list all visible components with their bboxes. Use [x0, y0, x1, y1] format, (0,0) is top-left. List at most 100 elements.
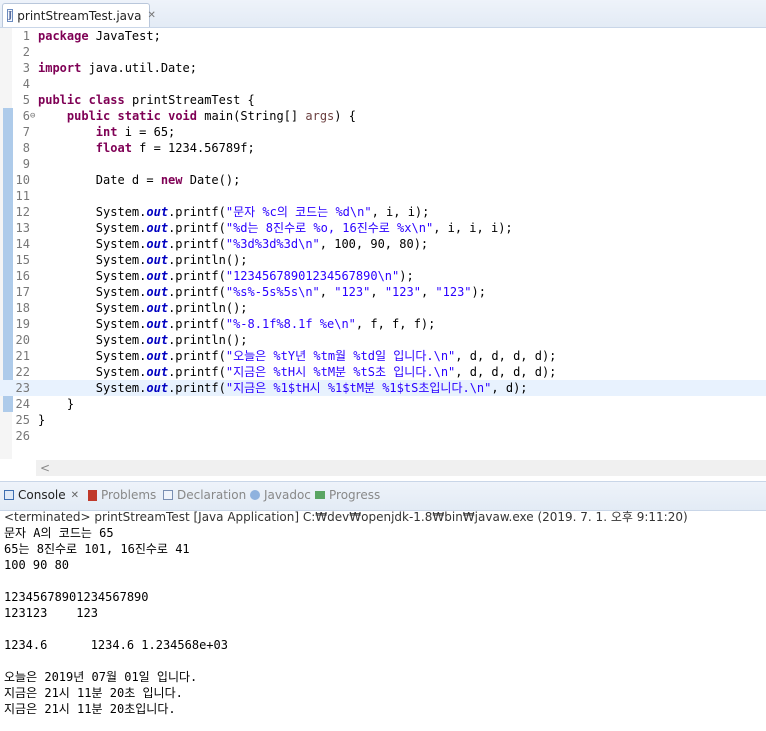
javadoc-icon: [250, 490, 260, 500]
code-text: Date d = new Date();: [38, 172, 241, 188]
fold-toggle-icon[interactable]: ⊖: [30, 108, 35, 124]
code-token: printStreamTest {: [124, 93, 255, 107]
close-icon[interactable]: ✕: [147, 10, 155, 21]
console-output-line: 65는 8진수로 101, 16진수로 41: [4, 542, 190, 556]
code-line[interactable]: 1 package JavaTest;: [0, 28, 766, 44]
console-tab-label: Problems: [101, 488, 157, 502]
line-number: 5: [22, 93, 30, 107]
code-line[interactable]: 24 }: [0, 396, 766, 412]
horizontal-scrollbar[interactable]: <: [36, 460, 766, 476]
line-number: 22: [15, 365, 30, 379]
console-tab-javadoc[interactable]: Javadoc: [250, 488, 311, 502]
code-line[interactable]: 20 System.out.println();: [0, 332, 766, 348]
code-token: out: [146, 381, 169, 395]
code-line[interactable]: 19 System.out.printf("%-8.1f%8.1f %e\n",…: [0, 316, 766, 332]
code-line[interactable]: 10 Date d = new Date();: [0, 172, 766, 188]
code-text: System.out.printf("지금은 %1$tH시 %1$tM분 %1$…: [38, 380, 528, 396]
code-line[interactable]: 14 System.out.printf("%3d%3d%3d\n", 100,…: [0, 236, 766, 252]
code-text: System.out.println();: [38, 300, 248, 316]
console-output[interactable]: 문자 A의 코드는 65 65는 8진수로 101, 16진수로 41 100 90…: [4, 525, 228, 717]
code-token: .printf(: [168, 221, 226, 235]
code-text: int i = 65;: [38, 124, 175, 140]
code-token: .printf(: [168, 365, 226, 379]
declaration-icon: [163, 490, 173, 500]
code-line[interactable]: 11: [0, 188, 766, 204]
code-line[interactable]: 17 System.out.printf("%s%-5s%5s\n", "123…: [0, 284, 766, 300]
code-token: public: [38, 93, 82, 107]
code-token: System.: [38, 349, 147, 363]
code-token: System.: [38, 253, 147, 267]
editor-tab-label: printStreamTest.java: [17, 8, 142, 23]
code-line[interactable]: 4: [0, 76, 766, 92]
code-token: System.: [38, 205, 147, 219]
code-line[interactable]: 25}: [0, 412, 766, 428]
line-number: 6: [22, 109, 30, 123]
code-line[interactable]: 26: [0, 428, 766, 444]
code-line[interactable]: 12 System.out.printf("문자 %c의 코드는 %d\n", …: [0, 204, 766, 220]
code-token: .println();: [168, 301, 248, 315]
code-token: .printf(: [168, 285, 226, 299]
console-output-line: 문자 A의 코드는 65: [4, 526, 114, 540]
code-text: public static void main(String[] args) {: [38, 108, 356, 124]
code-token: , d, d, d, d);: [455, 365, 557, 379]
code-token: System.: [38, 269, 147, 283]
code-token: "%3d%3d%3d\n": [225, 237, 320, 251]
code-line[interactable]: 3 import java.util.Date;: [0, 60, 766, 76]
close-icon[interactable]: ✕: [71, 490, 79, 501]
code-line[interactable]: 9: [0, 156, 766, 172]
line-number: 19: [15, 317, 30, 331]
line-number: 7: [22, 125, 30, 139]
code-token: "123": [384, 285, 421, 299]
code-token: f = 1234.56789f;: [131, 141, 255, 155]
code-line[interactable]: 8 float f = 1234.56789f;: [0, 140, 766, 156]
code-token: }: [38, 413, 46, 427]
code-text: System.out.printf("오늘은 %tY년 %tm월 %td일 입니…: [38, 348, 557, 364]
code-token: System.: [38, 365, 147, 379]
line-number: 25: [15, 413, 30, 427]
line-number: 17: [15, 285, 30, 299]
code-token: "문자 %c의 코드는 %d\n": [225, 205, 372, 219]
code-token: out: [146, 221, 169, 235]
code-token: "%-8.1f%8.1f %e\n": [225, 317, 356, 331]
code-text: System.out.printf("%-8.1f%8.1f %e\n", f,…: [38, 316, 436, 332]
scroll-left-arrow-icon[interactable]: <: [40, 461, 50, 475]
code-line[interactable]: 23 System.out.printf("지금은 %1$tH시 %1$tM분 …: [0, 380, 766, 396]
line-number: 4: [22, 77, 30, 91]
code-token: "123": [334, 285, 371, 299]
code-text: System.out.printf("12345678901234567890\…: [38, 268, 414, 284]
console-tab-bar: Console ✕ Problems Declaration Javadoc Progre…: [0, 481, 766, 511]
code-token: "오늘은 %tY년 %tm월 %td일 입니다.\n": [225, 349, 456, 363]
code-token: System.: [38, 317, 147, 331]
code-token: int: [95, 125, 118, 139]
code-line[interactable]: 13 System.out.printf("%d는 8진수로 %o, 16진수로…: [0, 220, 766, 236]
code-token: out: [146, 317, 169, 331]
code-text: System.out.printf("%3d%3d%3d\n", 100, 90…: [38, 236, 428, 252]
code-token: .printf(: [168, 349, 226, 363]
code-line[interactable]: 16 System.out.printf("123456789012345678…: [0, 268, 766, 284]
java-file-icon: J: [7, 9, 14, 22]
code-token: .printf(: [168, 269, 226, 283]
code-token: );: [399, 269, 414, 283]
code-line[interactable]: 21 System.out.printf("오늘은 %tY년 %tm월 %td일…: [0, 348, 766, 364]
console-output-line: 123123 123: [4, 606, 98, 620]
code-line[interactable]: 7 int i = 65;: [0, 124, 766, 140]
code-line[interactable]: 6 ⊖ public static void main(String[] args…: [0, 108, 766, 124]
editor-tab-printstreamtest[interactable]: J printStreamTest.java ✕: [2, 3, 156, 27]
console-tab-declaration[interactable]: Declaration: [163, 488, 246, 502]
console-tab-label: Declaration: [177, 488, 247, 502]
code-text: import java.util.Date;: [38, 60, 197, 76]
console-output-line: 100 90 80: [4, 558, 70, 572]
code-text: System.out.printf("%d는 8진수로 %o, 16진수로 %x…: [38, 220, 513, 236]
code-line[interactable]: 18 System.out.println();: [0, 300, 766, 316]
console-tab-progress[interactable]: Progress: [315, 488, 380, 502]
console-tab-problems[interactable]: Problems: [88, 488, 156, 502]
code-token: System.: [38, 237, 147, 251]
code-text: System.out.println();: [38, 332, 248, 348]
code-line[interactable]: 5 public class printStreamTest {: [0, 92, 766, 108]
code-line[interactable]: 2: [0, 44, 766, 60]
code-editor[interactable]: 1 package JavaTest; 2 3 import java.util.Dat…: [0, 28, 766, 476]
code-line[interactable]: 22 System.out.printf("지금은 %tH시 %tM분 %tS초…: [0, 364, 766, 380]
code-line[interactable]: 15 System.out.println();: [0, 252, 766, 268]
console-tab-console[interactable]: Console ✕: [4, 488, 79, 502]
